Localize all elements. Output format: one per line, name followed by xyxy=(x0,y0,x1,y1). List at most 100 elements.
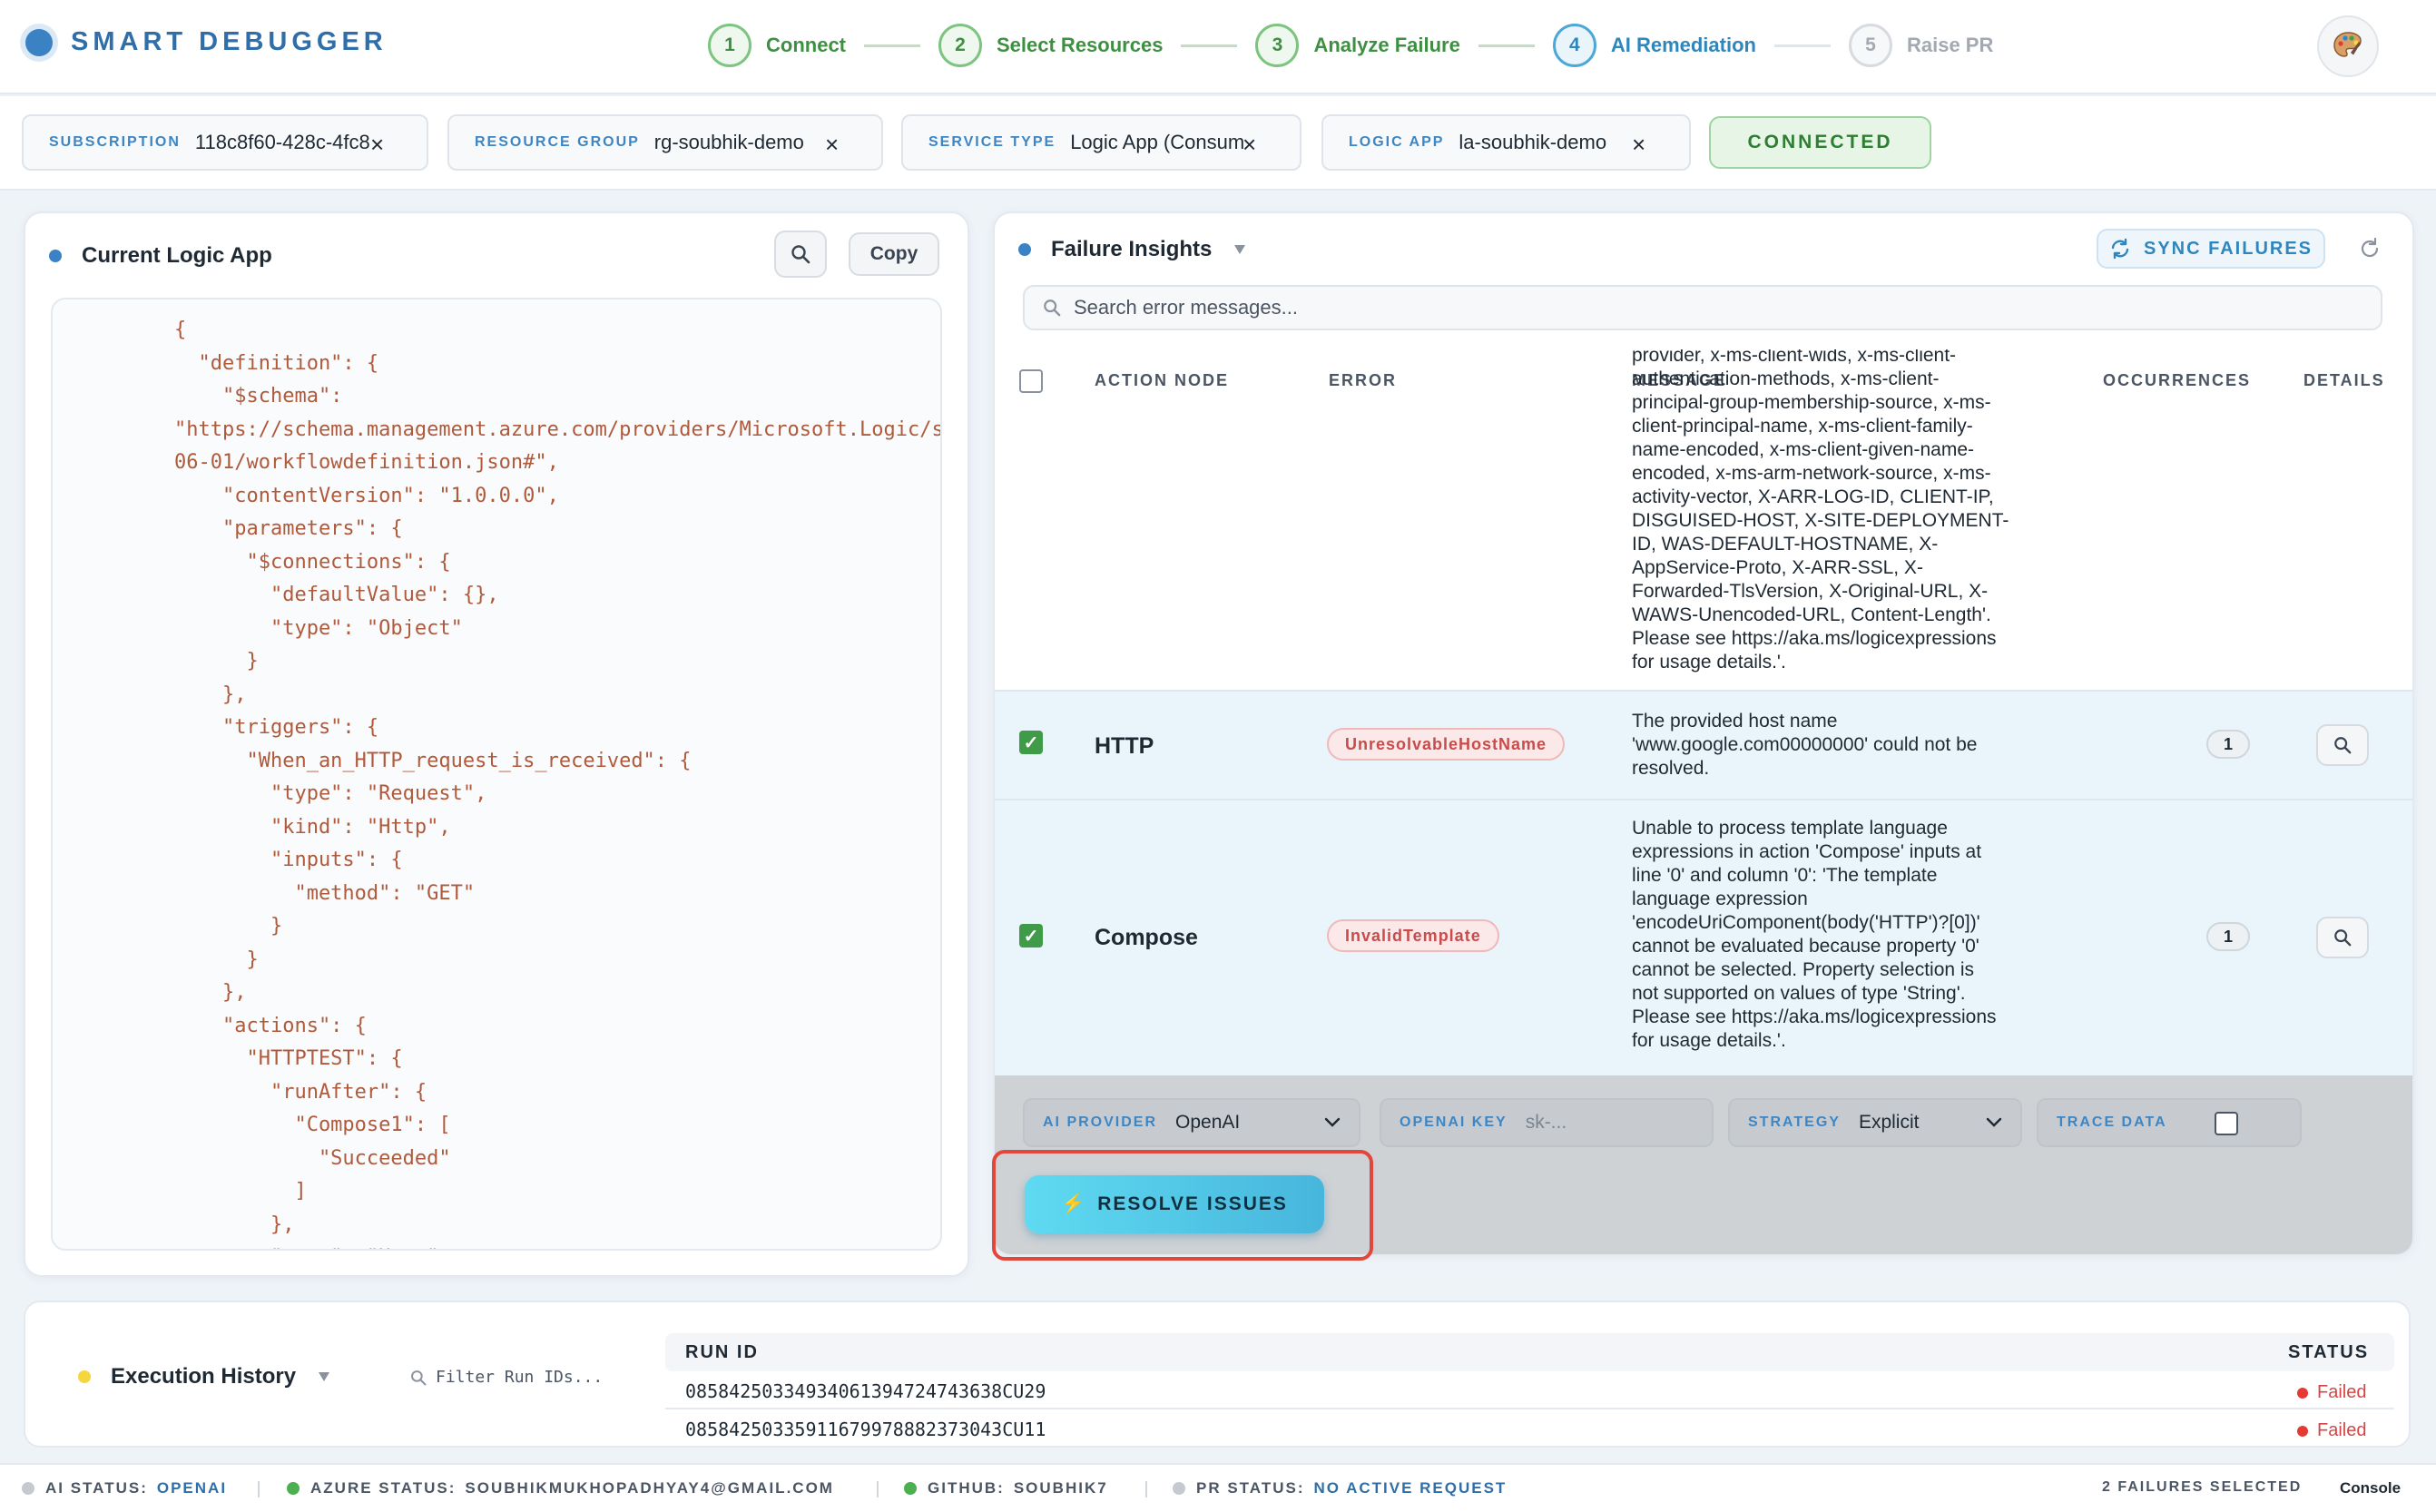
openai-key-field[interactable]: OPENAI KEY sk-... xyxy=(1380,1098,1714,1147)
status-bar: AI STATUS: OPENAI AZURE STATUS: SOUBHIKM… xyxy=(0,1463,2436,1512)
failed-dot-icon xyxy=(2297,1425,2308,1437)
divider xyxy=(1145,1481,1147,1497)
azure-status: AZURE STATUS: SOUBHIKMUKHOPADHYAY4@GMAIL… xyxy=(287,1479,834,1497)
run-filter-input[interactable]: Filter Run IDs... xyxy=(410,1368,603,1387)
ai-status: AI STATUS: OPENAI xyxy=(22,1479,227,1497)
step-number: 4 xyxy=(1552,24,1596,67)
search-icon xyxy=(1044,299,1061,317)
execution-history-title: Execution History xyxy=(78,1364,330,1389)
error-search-input[interactable] xyxy=(1074,296,2344,319)
resource-group-chip[interactable]: RESOURCE GROUP rg-soubhik-demo × xyxy=(447,114,883,171)
chevron-down-icon xyxy=(1324,1117,1341,1127)
run-status: Failed xyxy=(2297,1420,2366,1441)
run-status: Failed xyxy=(2297,1382,2366,1403)
chip-label: LOGIC APP xyxy=(1349,134,1445,150)
row-details-button[interactable] xyxy=(2316,917,2369,958)
ai-provider-value: OpenAI xyxy=(1175,1112,1241,1133)
chip-label: RESOURCE GROUP xyxy=(475,134,640,150)
status-value: SOUBHIK7 xyxy=(1013,1479,1108,1497)
status-label: AI STATUS: xyxy=(45,1479,148,1497)
resolve-highlight: ⚡ RESOLVE ISSUES xyxy=(992,1150,1373,1261)
scrolled-message: provider, x-ms-client-wids, x-ms-client-… xyxy=(1632,349,2009,673)
occurrence-count: 1 xyxy=(2206,922,2250,951)
error-search-box[interactable] xyxy=(1023,285,2382,330)
app-header: SMART DEBUGGER 1 Connect 2 Select Resour… xyxy=(0,0,2436,94)
select-all-checkbox[interactable] xyxy=(1019,369,1043,393)
copy-button[interactable]: Copy xyxy=(849,232,939,276)
refresh-icon[interactable] xyxy=(2358,237,2382,260)
action-node: Compose xyxy=(1095,925,1198,950)
search-icon xyxy=(2334,737,2352,754)
clear-subscription-icon[interactable]: × xyxy=(370,133,384,156)
divider xyxy=(258,1481,260,1497)
table-row[interactable]: 08584250334934061394724743638CU29 Failed xyxy=(665,1373,2394,1409)
resolve-issues-button[interactable]: ⚡ RESOLVE ISSUES xyxy=(1025,1175,1324,1233)
step-number: 5 xyxy=(1848,24,1892,67)
search-code-button[interactable] xyxy=(774,231,827,278)
table-row[interactable]: ✓ HTTP UnresolvableHostName The provided… xyxy=(995,690,2412,799)
step-analyze-failure[interactable]: 3 Analyze Failure xyxy=(1255,24,1460,67)
search-icon xyxy=(2334,929,2352,947)
ai-provider-select[interactable]: AI PROVIDER OpenAI xyxy=(1023,1098,1360,1147)
github-status: GITHUB: SOUBHIK7 xyxy=(904,1479,1108,1497)
chevron-down-icon[interactable] xyxy=(1233,244,1246,255)
chip-label: SUBSCRIPTION xyxy=(49,134,181,150)
failure-insights-title: Failure Insights xyxy=(1018,237,1246,262)
step-select-resources[interactable]: 2 Select Resources xyxy=(938,24,1163,67)
current-logic-app-title: Current Logic App xyxy=(49,243,272,269)
console-link[interactable]: Console xyxy=(2340,1479,2401,1497)
row-details-button[interactable] xyxy=(2316,724,2369,766)
service-type-chip[interactable]: SERVICE TYPE Logic App (Consum × xyxy=(901,114,1301,171)
chevron-down-icon[interactable] xyxy=(318,1371,330,1382)
resolve-label: RESOLVE ISSUES xyxy=(1097,1193,1288,1214)
row-checkbox[interactable]: ✓ xyxy=(1019,924,1043,947)
execution-history-panel: Execution History Filter Run IDs... RUN … xyxy=(24,1301,2411,1448)
lightning-icon: ⚡ xyxy=(1061,1193,1087,1214)
subscription-chip[interactable]: SUBSCRIPTION 118c8f60-428c-4fc8 × xyxy=(22,114,428,171)
connected-button[interactable]: CONNECTED xyxy=(1709,116,1931,169)
stepper: 1 Connect 2 Select Resources 3 Analyze F… xyxy=(708,22,1993,69)
clear-service-type-icon[interactable]: × xyxy=(1243,133,1256,156)
step-ai-remediation[interactable]: 4 AI Remediation xyxy=(1552,24,1756,67)
step-number: 2 xyxy=(938,24,982,67)
logic-app-chip[interactable]: LOGIC APP la-soubhik-demo × xyxy=(1321,114,1691,171)
ai-status-dot-icon xyxy=(22,1482,34,1495)
step-label: AI Remediation xyxy=(1610,34,1756,56)
field-label: AI PROVIDER xyxy=(1043,1114,1158,1130)
status-value: NO ACTIVE REQUEST xyxy=(1313,1479,1508,1497)
step-label: Analyze Failure xyxy=(1313,34,1460,56)
sync-failures-button[interactable]: SYNC FAILURES xyxy=(2097,229,2325,269)
step-connector xyxy=(1478,44,1535,47)
status-value: SOUBHIKMUKHOPADHYAY4@GMAIL.COM xyxy=(465,1479,834,1497)
step-raise-pr[interactable]: 5 Raise PR xyxy=(1848,24,1993,67)
table-row[interactable]: ✓ Compose InvalidTemplate Unable to proc… xyxy=(995,799,2412,1075)
service-type-value: Logic App (Consum xyxy=(1070,131,1245,153)
pr-status-dot-icon xyxy=(1173,1482,1185,1495)
code-viewer[interactable]: { "definition": { "$schema": "https://sc… xyxy=(51,298,942,1251)
failures-selected: 2 FAILURES SELECTED xyxy=(2102,1479,2303,1495)
search-icon xyxy=(791,245,810,264)
status-value: OPENAI xyxy=(156,1479,228,1497)
panel-title: Execution History xyxy=(111,1364,297,1389)
clear-logic-app-icon[interactable]: × xyxy=(1632,133,1645,156)
step-connector xyxy=(1773,44,1831,47)
trace-data-checkbox[interactable] xyxy=(2215,1112,2238,1135)
step-connect[interactable]: 1 Connect xyxy=(708,24,846,67)
strategy-value: Explicit xyxy=(1858,1112,1920,1133)
status-label: GITHUB: xyxy=(928,1479,1005,1497)
trace-data-toggle[interactable]: TRACE DATA xyxy=(2037,1098,2302,1147)
step-connector xyxy=(1181,44,1238,47)
clear-resource-group-icon[interactable]: × xyxy=(825,133,839,156)
strategy-select[interactable]: STRATEGY Explicit xyxy=(1728,1098,2022,1147)
status-dot-icon xyxy=(78,1370,91,1383)
status-label: AZURE STATUS: xyxy=(310,1479,457,1497)
filter-placeholder: Filter Run IDs... xyxy=(436,1368,604,1387)
status-text: Failed xyxy=(2317,1420,2367,1440)
error-message: Unable to process template language expr… xyxy=(1632,818,1997,1051)
failures-table: ACTION NODE ERROR MESSAGE OCCURRENCES DE… xyxy=(995,349,2412,1075)
divider xyxy=(877,1481,879,1497)
openai-key-placeholder: sk-... xyxy=(1525,1112,1567,1133)
table-row[interactable]: 08584250335911679978882373043CU11 Failed xyxy=(665,1411,2394,1446)
theme-button[interactable] xyxy=(2317,15,2379,77)
row-checkbox[interactable]: ✓ xyxy=(1019,731,1043,754)
